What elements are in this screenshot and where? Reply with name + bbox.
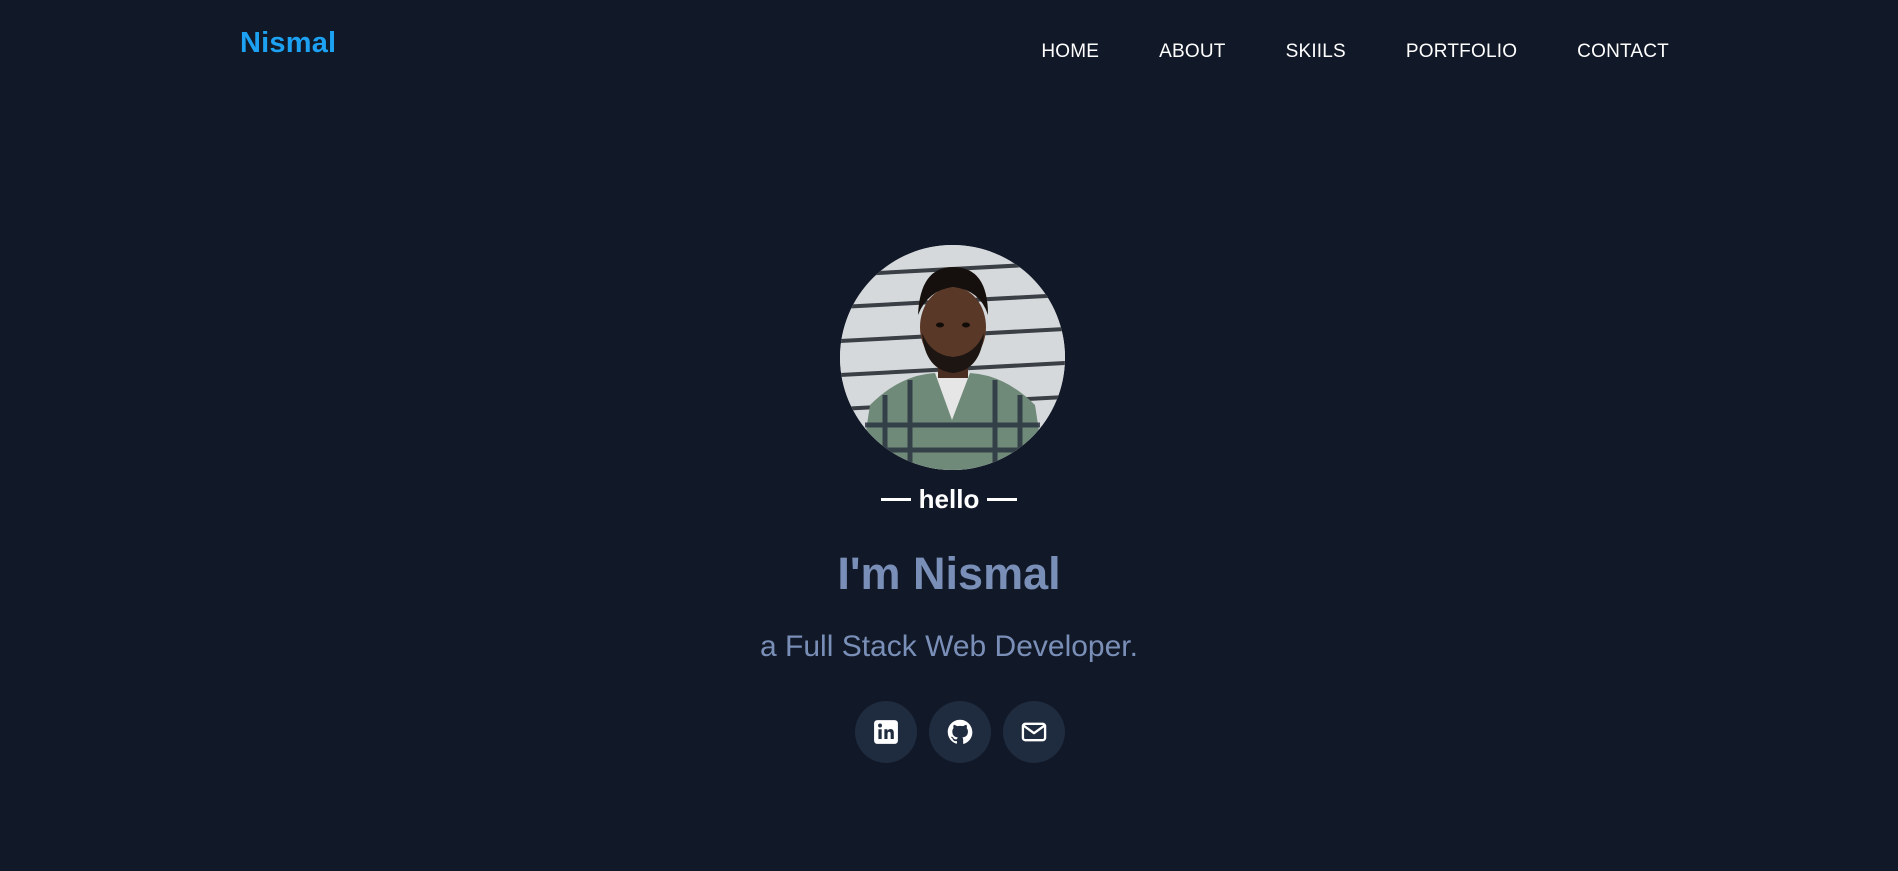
linkedin-icon — [874, 720, 898, 744]
linkedin-button[interactable] — [855, 701, 917, 763]
greeting: hello — [0, 484, 1898, 515]
social-links — [855, 701, 1065, 763]
greeting-dash-left — [880, 497, 911, 501]
hero-title: I'm Nismal — [837, 548, 1061, 599]
hero-section: hello I'm Nismal a Full Stack Web Develo… — [0, 0, 1898, 871]
page: Nismal HOME ABOUT SKIILS PORTFOLIO CONTA… — [0, 0, 1898, 871]
profile-photo — [840, 245, 1065, 470]
greeting-dash-right — [987, 497, 1018, 501]
mail-icon — [1021, 722, 1047, 742]
greeting-text: hello — [918, 484, 980, 514]
avatar — [840, 245, 1065, 470]
email-button[interactable] — [1003, 701, 1065, 763]
github-button[interactable] — [929, 701, 991, 763]
hero-subtitle: a Full Stack Web Developer. — [760, 630, 1138, 663]
github-icon — [947, 719, 973, 744]
